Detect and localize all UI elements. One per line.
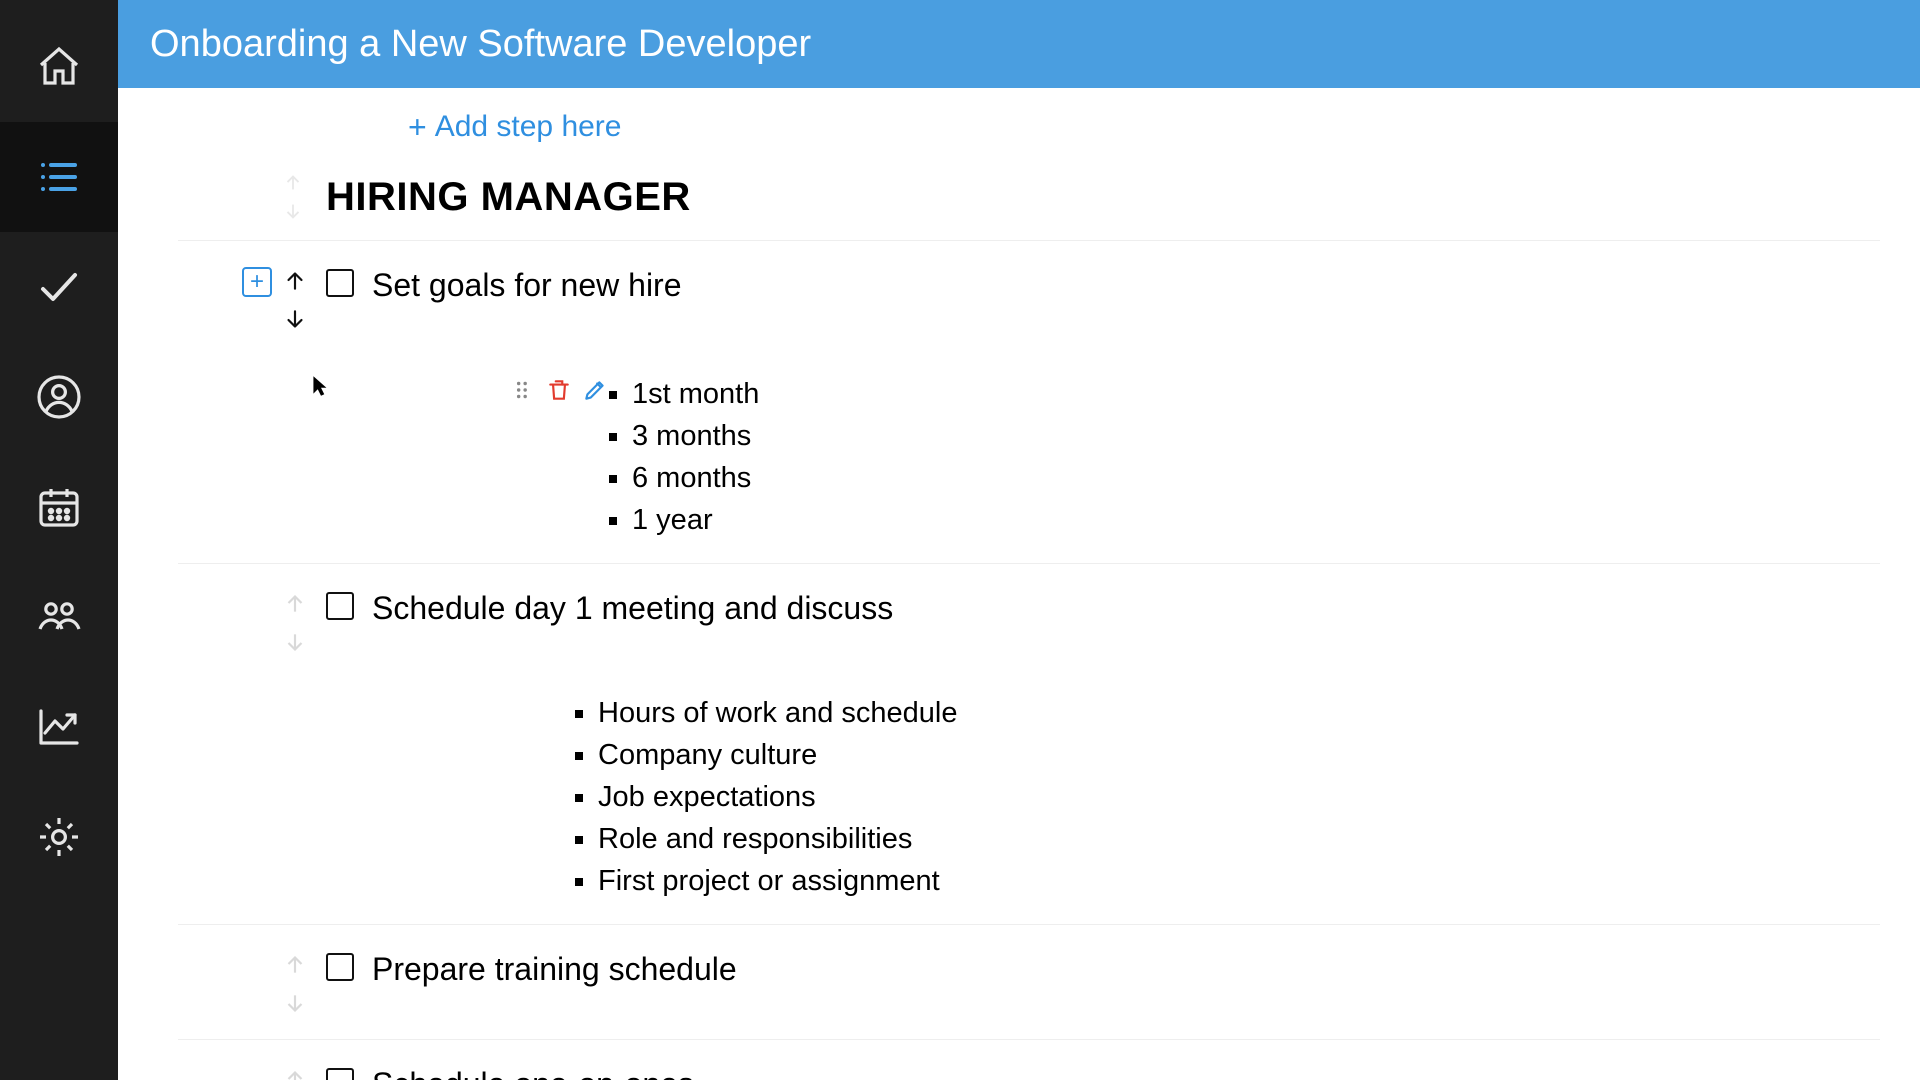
user-icon [35,373,83,421]
nav-calendar[interactable] [0,452,118,562]
step-checkbox[interactable] [326,269,354,297]
cursor-icon [308,373,334,399]
arrow-up-icon [282,1066,308,1080]
nav-list[interactable] [0,122,118,232]
step-title: Schedule one-on-ones [372,1062,694,1080]
substep-item: First project or assignment [598,860,1880,902]
nav-analytics[interactable] [0,672,118,782]
step-reorder-arrows[interactable] [282,1066,308,1080]
main: Onboarding a New Software Developer + Ad… [118,0,1920,1080]
trash-icon[interactable] [546,377,572,403]
substep-list: Hours of work and schedule Company cultu… [598,692,1880,902]
substep-item: 1 year [632,499,759,541]
step-title: Schedule day 1 meeting and discuss [372,586,893,630]
step-reorder-arrows[interactable] [282,951,308,1017]
substep-item: Job expectations [598,776,1880,818]
page-title: Onboarding a New Software Developer [150,23,811,66]
drag-handle-icon[interactable] [510,377,536,403]
step-item: + Set goals for new hire [178,240,1880,563]
nav-user[interactable] [0,342,118,452]
section-reorder-arrows[interactable] [282,172,304,222]
add-substep-button[interactable]: + [242,267,272,297]
arrow-up-icon [282,172,304,194]
content: + Add step here HIRING MANAGER + [118,88,1920,1080]
nav-people[interactable] [0,562,118,672]
arrow-up-icon [282,267,308,293]
add-step-label: Add step here [435,110,622,144]
step-checkbox[interactable] [326,1068,354,1080]
arrow-down-icon [282,630,308,656]
chart-icon [35,703,83,751]
home-icon [35,43,83,91]
section-header: HIRING MANAGER [178,172,1880,222]
substep-item: 1st month [632,373,759,415]
section-title: HIRING MANAGER [326,175,691,220]
substep-item: 3 months [632,415,759,457]
sidebar [0,0,118,1080]
add-step-button[interactable]: + Add step here [408,110,621,144]
arrow-down-icon [282,991,308,1017]
step-item: Schedule day 1 meeting and discuss Hours… [178,563,1880,924]
step-title: Prepare training schedule [372,947,737,991]
step-reorder-arrows[interactable] [282,590,308,656]
gear-icon [35,813,83,861]
nav-check[interactable] [0,232,118,342]
step-reorder-arrows[interactable] [282,267,308,333]
plus-icon: + [408,111,427,143]
substep-list: 1st month 3 months 6 months 1 year [632,373,759,541]
substep-item: 6 months [632,457,759,499]
nav-settings[interactable] [0,782,118,892]
people-icon [35,593,83,641]
arrow-up-icon [282,590,308,616]
arrow-up-icon [282,951,308,977]
calendar-icon [35,483,83,531]
step-item: Schedule one-on-ones [178,1039,1880,1080]
header: Onboarding a New Software Developer [118,0,1920,88]
arrow-down-icon [282,200,304,222]
list-icon [35,153,83,201]
step-title: Set goals for new hire [372,263,682,307]
substep-item: Role and responsibilities [598,818,1880,860]
pencil-icon[interactable] [582,377,608,403]
step-item: Prepare training schedule [178,924,1880,1039]
substep-item: Hours of work and schedule [598,692,1880,734]
step-checkbox[interactable] [326,592,354,620]
substep-item: Company culture [598,734,1880,776]
arrow-down-icon [282,307,308,333]
check-icon [35,263,83,311]
step-checkbox[interactable] [326,953,354,981]
nav-home[interactable] [0,12,118,122]
